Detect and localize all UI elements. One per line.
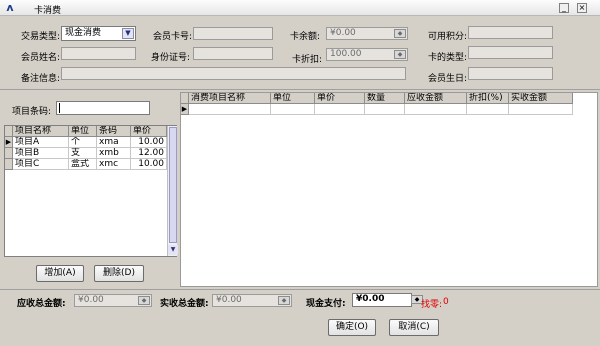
item-code-input[interactable]: [56, 101, 150, 115]
card-type-label: 卡的类型:: [428, 53, 468, 63]
column-header[interactable]: 数量: [365, 93, 405, 104]
consume-table[interactable]: 消费项目名称 单位 单价 数量 应收金额 折扣(%) 实收金额 ▶: [180, 92, 598, 287]
scroll-down-icon[interactable]: ▼: [168, 245, 178, 255]
points-label: 可用积分:: [428, 32, 468, 42]
card-type-field[interactable]: [468, 46, 553, 59]
table-cell[interactable]: 项目A: [13, 137, 69, 148]
column-header[interactable]: 单位: [69, 126, 97, 137]
column-header[interactable]: 条码: [97, 126, 131, 137]
minimize-button[interactable]: _: [559, 3, 569, 13]
column-header[interactable]: 应收金额: [405, 93, 467, 104]
row-indicator: [5, 159, 13, 170]
card-discount-value: 100.00: [330, 49, 362, 59]
card-balance-field[interactable]: ¥0.00 ◆: [326, 27, 408, 40]
spin-icon[interactable]: ◆: [278, 296, 290, 305]
add-item-button[interactable]: 增加(A): [36, 265, 84, 282]
table-cell[interactable]: 个: [69, 137, 97, 148]
card-no-field[interactable]: [193, 27, 273, 40]
row-indicator: [5, 148, 13, 159]
table-cell[interactable]: xmc: [97, 159, 131, 170]
table-cell[interactable]: 盒式: [69, 159, 97, 170]
cancel-button[interactable]: 取消(C): [389, 319, 439, 336]
table-cell[interactable]: xmb: [97, 148, 131, 159]
app-icon: ʌ: [6, 1, 14, 14]
table-cell[interactable]: 12.00: [131, 148, 167, 159]
card-discount-field[interactable]: 100.00 ◆: [326, 48, 408, 61]
table-cell[interactable]: 10.00: [131, 137, 167, 148]
received-total-field[interactable]: ¥0.00 ◆: [212, 294, 292, 307]
member-name-label: 会员姓名:: [21, 53, 61, 63]
ok-button[interactable]: 确定(O): [328, 319, 376, 336]
column-header[interactable]: 单位: [271, 93, 315, 104]
member-name-field[interactable]: [61, 47, 136, 60]
table-cell[interactable]: [467, 104, 509, 115]
row-indicator-icon: ▶: [181, 104, 189, 115]
column-header[interactable]: 实收金额: [509, 93, 573, 104]
table-cell[interactable]: 项目B: [13, 148, 69, 159]
scrollbar-thumb[interactable]: [169, 127, 177, 243]
close-button[interactable]: ×: [577, 3, 587, 13]
column-header[interactable]: 消费项目名称: [189, 93, 271, 104]
table-cell[interactable]: [365, 104, 405, 115]
spin-icon[interactable]: ◆: [394, 50, 406, 59]
table-cell[interactable]: [509, 104, 573, 115]
trade-type-value: 现金消费: [65, 28, 102, 38]
change-value: 0: [443, 297, 449, 307]
points-field[interactable]: [468, 26, 553, 39]
card-balance-value: ¥0.00: [330, 28, 356, 38]
receivable-total-value: ¥0.00: [78, 295, 104, 305]
id-card-field[interactable]: [193, 47, 273, 60]
spin-icon[interactable]: ◆: [138, 296, 150, 305]
column-header[interactable]: 单价: [131, 126, 167, 137]
card-discount-label: 卡折扣:: [292, 55, 323, 65]
row-indicator-icon: ▶: [5, 137, 13, 148]
trade-type-select[interactable]: 现金消费 ▼: [61, 26, 136, 41]
received-total-label: 实收总金额:: [160, 299, 209, 309]
table-cell[interactable]: 项目C: [13, 159, 69, 170]
cash-payment-label: 现金支付:: [306, 299, 346, 309]
item-code-label: 项目条码:: [12, 107, 52, 117]
table-cell[interactable]: 支: [69, 148, 97, 159]
table-corner: [181, 93, 189, 104]
table-cell[interactable]: [315, 104, 365, 115]
table-cell[interactable]: 10.00: [131, 159, 167, 170]
trade-type-label: 交易类型:: [21, 32, 61, 42]
id-card-label: 身份证号:: [151, 53, 191, 63]
window-titlebar: ʌ 卡消费 _ ×: [0, 0, 600, 16]
cash-payment-value: ¥0.00: [356, 294, 385, 304]
column-header[interactable]: 折扣(%): [467, 93, 509, 104]
change-label: 找零:: [421, 300, 443, 310]
delete-item-button[interactable]: 删除(D): [94, 265, 144, 282]
remark-label: 备注信息:: [21, 74, 61, 84]
card-balance-label: 卡余额:: [290, 32, 321, 42]
receivable-total-label: 应收总金额:: [17, 299, 66, 309]
column-header[interactable]: 单价: [315, 93, 365, 104]
table-cell[interactable]: [405, 104, 467, 115]
spin-icon[interactable]: ◆: [394, 29, 406, 38]
chevron-down-icon[interactable]: ▼: [122, 28, 134, 39]
text-cursor: [59, 103, 60, 113]
receivable-total-field[interactable]: ¥0.00 ◆: [74, 294, 152, 307]
cash-payment-input[interactable]: ¥0.00 ◆: [352, 293, 423, 307]
column-header[interactable]: 项目名称: [13, 126, 69, 137]
received-total-value: ¥0.00: [216, 295, 242, 305]
table-cell[interactable]: [271, 104, 315, 115]
birthday-label: 会员生日:: [428, 74, 468, 84]
table-cell[interactable]: xma: [97, 137, 131, 148]
window-title: 卡消费: [34, 6, 62, 16]
items-vertical-scrollbar[interactable]: ▼: [167, 126, 178, 256]
remark-field[interactable]: [61, 67, 406, 80]
table-corner: [5, 126, 13, 137]
table-cell[interactable]: [189, 104, 271, 115]
birthday-field[interactable]: [468, 67, 553, 80]
card-no-label: 会员卡号:: [153, 32, 193, 42]
items-table[interactable]: 项目名称 单位 条码 单价 ▶ 项目A 个 xma 10.00 项目B 支 xm…: [4, 125, 178, 257]
